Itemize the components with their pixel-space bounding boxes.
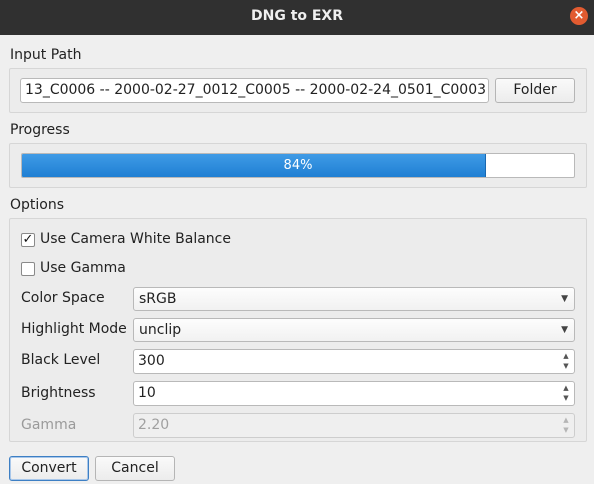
progress-label: Progress [10, 122, 70, 138]
cancel-button[interactable]: Cancel [95, 456, 175, 481]
black-level-value: 300 [138, 353, 165, 369]
color-space-select[interactable]: sRGB ▼ [133, 287, 575, 311]
white-balance-checkbox[interactable]: ✓ [21, 233, 35, 247]
gamma-value: 2.20 [138, 417, 170, 433]
progress-bar: 84% [21, 153, 575, 178]
chevron-down-icon: ▼ [561, 294, 568, 304]
window-title: DNG to EXR [250, 8, 344, 24]
input-path-field[interactable]: 13_C0006 -- 2000-02-27_0012_C0005 -- 200… [20, 78, 489, 103]
highlight-mode-value: unclip [139, 322, 182, 338]
brightness-value: 10 [138, 385, 156, 401]
highlight-mode-label: Highlight Mode [21, 321, 127, 337]
brightness-label: Brightness [21, 385, 96, 401]
title-bar: DNG to EXR × [0, 0, 594, 35]
close-icon[interactable]: × [570, 7, 588, 25]
convert-button[interactable]: Convert [9, 456, 89, 481]
highlight-mode-select[interactable]: unclip ▼ [133, 318, 575, 342]
options-label: Options [10, 197, 65, 213]
black-level-label: Black Level [21, 352, 101, 368]
progress-text: 84% [283, 158, 313, 173]
spin-arrows-icon[interactable]: ▲ ▼ [560, 383, 572, 404]
gamma-spinbox: 2.20 ▲ ▼ [133, 413, 575, 438]
black-level-spinbox[interactable]: 300 ▲ ▼ [133, 349, 575, 374]
chevron-down-icon: ▼ [561, 325, 568, 335]
color-space-label: Color Space [21, 290, 105, 306]
spin-arrows-icon: ▲ ▼ [563, 416, 569, 434]
input-path-label: Input Path [10, 47, 82, 63]
use-gamma-label[interactable]: Use Gamma [40, 260, 126, 276]
gamma-label: Gamma [21, 417, 77, 433]
folder-button[interactable]: Folder [495, 78, 575, 103]
spin-arrows-icon[interactable]: ▲ ▼ [560, 351, 572, 372]
use-gamma-checkbox[interactable] [21, 262, 35, 276]
brightness-spinbox[interactable]: 10 ▲ ▼ [133, 381, 575, 406]
white-balance-label[interactable]: Use Camera White Balance [40, 231, 231, 247]
color-space-value: sRGB [139, 291, 177, 307]
